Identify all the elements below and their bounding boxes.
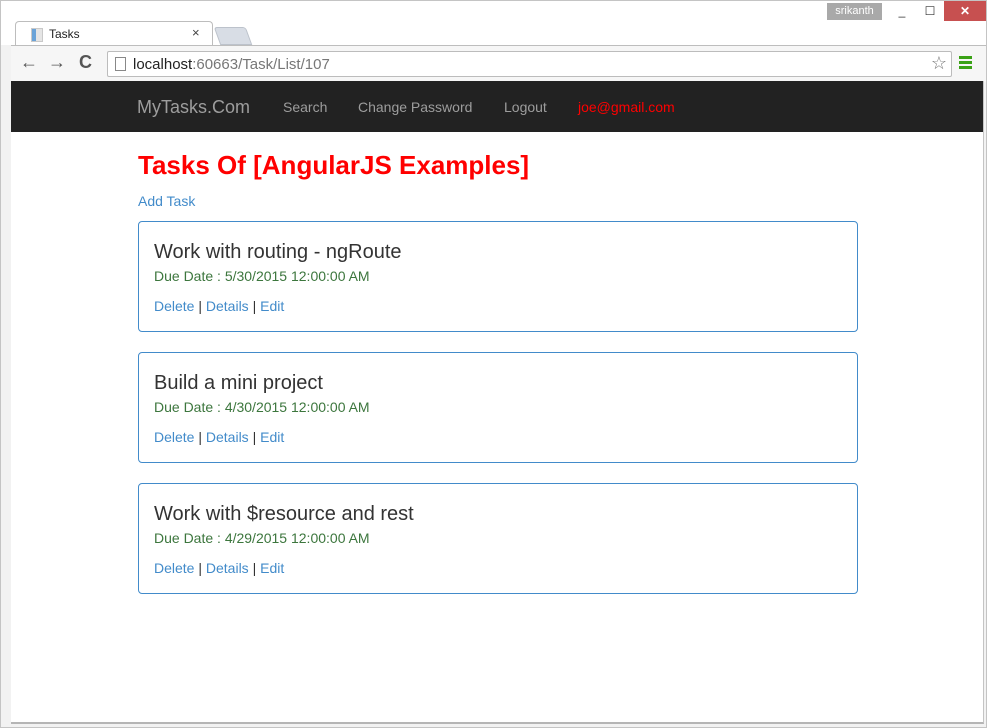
task-due-date: Due Date : 5/30/2015 12:00:00 AM	[154, 268, 370, 284]
edit-link[interactable]: Edit	[260, 298, 284, 314]
site-navbar: MyTasks.Com Search Change Password Logou…	[11, 81, 983, 132]
title-bar: srikanth _ ☐ ✕ Tasks ×	[1, 1, 986, 47]
delete-link[interactable]: Delete	[154, 298, 194, 314]
browser-window: srikanth _ ☐ ✕ Tasks × ← → C localhost:6…	[0, 0, 987, 728]
url-text[interactable]: localhost:60663/Task/List/107	[133, 56, 330, 73]
separator: |	[252, 560, 261, 576]
separator: |	[252, 298, 261, 314]
separator: |	[252, 429, 261, 445]
bookmark-star-icon[interactable]: ☆	[931, 53, 947, 74]
details-link[interactable]: Details	[206, 429, 249, 445]
nav-change-password-link[interactable]: Change Password	[358, 99, 472, 115]
url-path: :60663/Task/List/107	[192, 56, 330, 73]
details-link[interactable]: Details	[206, 298, 249, 314]
maximize-button[interactable]: ☐	[915, 1, 945, 21]
page-title: Tasks Of [AngularJS Examples]	[138, 150, 530, 180]
page-viewport: MyTasks.Com Search Change Password Logou…	[11, 81, 984, 724]
task-actions: Delete | Details | Edit	[154, 429, 284, 445]
task-due-date: Due Date : 4/29/2015 12:00:00 AM	[154, 530, 370, 546]
tab-close-icon[interactable]: ×	[192, 25, 200, 40]
url-host: localhost	[133, 56, 193, 73]
new-tab-button[interactable]	[213, 27, 253, 45]
user-badge: srikanth	[827, 3, 882, 20]
menu-hamburger-icon[interactable]	[959, 56, 972, 70]
nav-search-link[interactable]: Search	[283, 99, 327, 115]
separator: |	[198, 429, 206, 445]
separator: |	[198, 298, 206, 314]
page-favicon-icon	[31, 28, 43, 42]
delete-link[interactable]: Delete	[154, 560, 194, 576]
user-email-link[interactable]: joe@gmail.com	[578, 99, 675, 115]
edit-link[interactable]: Edit	[260, 429, 284, 445]
back-arrow-icon[interactable]: ←	[20, 52, 38, 73]
add-task-link[interactable]: Add Task	[138, 193, 195, 209]
page-icon	[115, 57, 126, 71]
details-link[interactable]: Details	[206, 560, 249, 576]
task-due-date: Due Date : 4/30/2015 12:00:00 AM	[154, 399, 370, 415]
close-window-button[interactable]: ✕	[944, 1, 986, 21]
brand-link[interactable]: MyTasks.Com	[137, 97, 250, 118]
nav-logout-link[interactable]: Logout	[504, 99, 547, 115]
forward-arrow-icon[interactable]: →	[48, 52, 66, 73]
task-card: Work with routing - ngRoute Due Date : 5…	[138, 221, 858, 332]
separator: |	[198, 560, 206, 576]
address-bar[interactable]: localhost:60663/Task/List/107 ☆	[107, 51, 952, 77]
minimize-button[interactable]: _	[887, 1, 917, 21]
tab-tasks[interactable]: Tasks ×	[15, 21, 213, 47]
task-title: Work with $resource and rest	[154, 503, 414, 525]
task-title: Build a mini project	[154, 372, 323, 394]
reload-icon[interactable]: C	[79, 52, 92, 73]
task-title: Work with routing - ngRoute	[154, 241, 402, 263]
edit-link[interactable]: Edit	[260, 560, 284, 576]
task-actions: Delete | Details | Edit	[154, 298, 284, 314]
delete-link[interactable]: Delete	[154, 429, 194, 445]
task-actions: Delete | Details | Edit	[154, 560, 284, 576]
task-card: Work with $resource and rest Due Date : …	[138, 483, 858, 594]
tab-title: Tasks	[49, 27, 80, 41]
browser-toolbar: ← → C localhost:60663/Task/List/107 ☆	[11, 45, 986, 82]
task-card: Build a mini project Due Date : 4/30/201…	[138, 352, 858, 463]
